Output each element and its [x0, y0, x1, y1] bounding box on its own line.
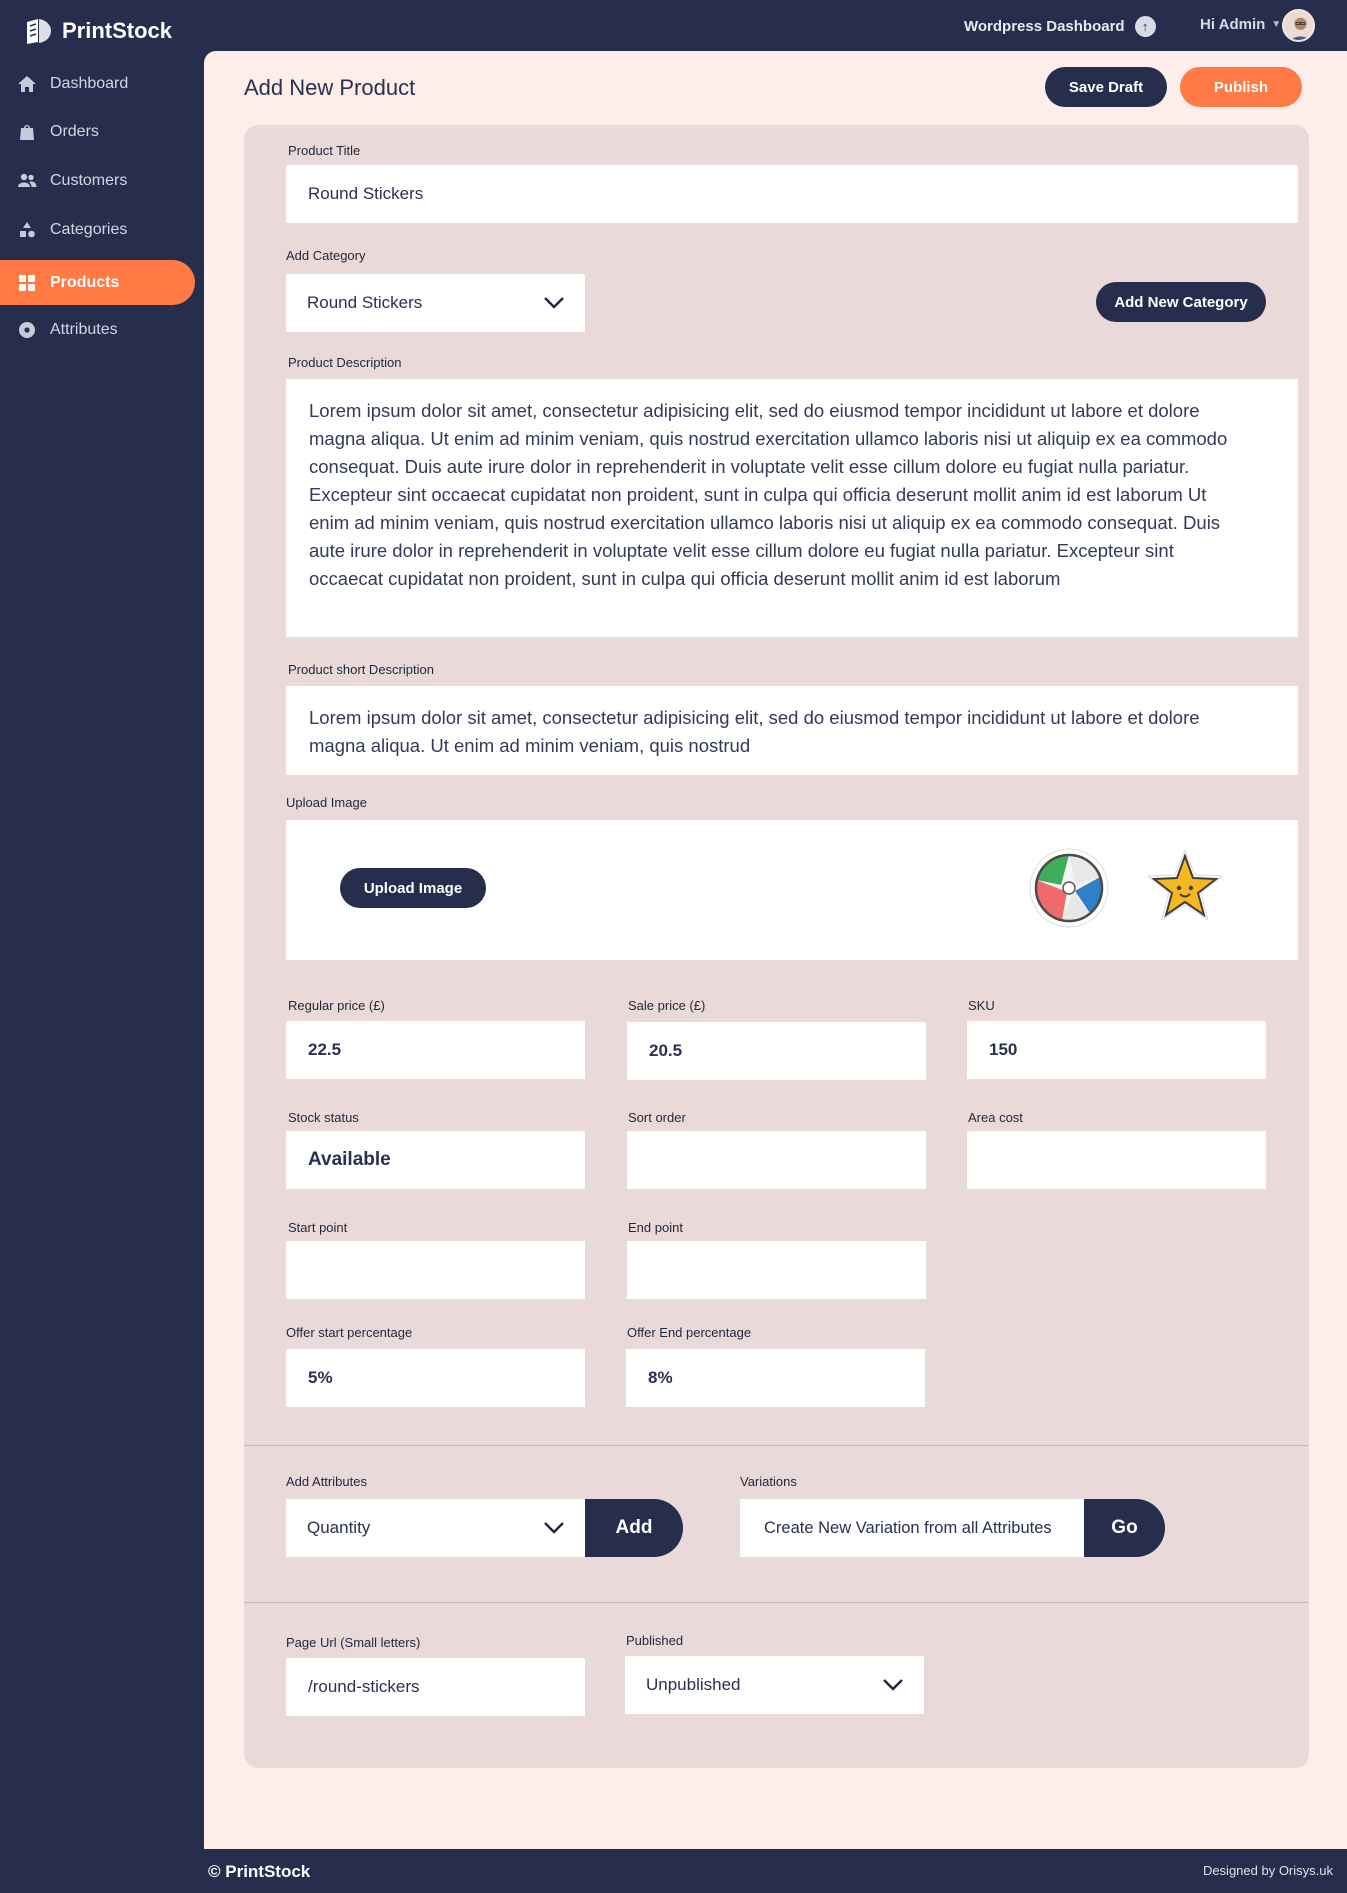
sort-order-label: Sort order: [628, 1110, 686, 1125]
end-point-input[interactable]: [627, 1241, 926, 1299]
description-label: Product Description: [288, 355, 402, 370]
page-url-label: Page Url (Small letters): [286, 1635, 421, 1650]
description-textarea[interactable]: Lorem ipsum dolor sit amet, consectetur …: [286, 379, 1298, 637]
upload-image-area: Upload Image: [286, 820, 1298, 960]
variations-label: Variations: [740, 1474, 797, 1489]
sidebar-item-categories[interactable]: Categories: [0, 207, 195, 252]
page-title: Add New Product: [244, 75, 416, 100]
offer-start-input[interactable]: 5%: [286, 1349, 585, 1407]
area-cost-input[interactable]: [967, 1131, 1266, 1189]
caret-down-icon: ▼: [1271, 19, 1282, 30]
chevron-down-icon: [544, 297, 564, 309]
offer-end-label: Offer End percentage: [627, 1325, 752, 1340]
sidebar-item-label: Dashboard: [50, 74, 129, 92]
wordpress-dashboard-link[interactable]: Wordpress Dashboard ↑: [964, 16, 1156, 37]
category-label: Add Category: [286, 248, 366, 263]
logo-icon: [27, 19, 51, 44]
published-select[interactable]: Unpublished: [625, 1656, 924, 1714]
attributes-select[interactable]: Quantity: [286, 1499, 585, 1557]
product-title-label: Product Title: [288, 143, 361, 158]
chevron-down-icon: [544, 1522, 564, 1534]
brand-logo[interactable]: PrintStock: [24, 16, 172, 46]
page-url-input[interactable]: /round-stickers: [286, 1658, 585, 1716]
category-select[interactable]: Round Stickers: [286, 274, 585, 332]
users-icon: [18, 173, 37, 187]
sidebar-item-label: Products: [50, 273, 120, 291]
admin-greeting: Hi Admin: [1200, 16, 1266, 33]
sidebar-item-attributes[interactable]: Attributes: [0, 307, 195, 352]
save-draft-button[interactable]: Save Draft: [1045, 67, 1167, 107]
offer-start-label: Offer start percentage: [286, 1325, 413, 1340]
add-new-category-button[interactable]: Add New Category: [1096, 282, 1266, 322]
sidebar-item-label: Categories: [50, 220, 128, 238]
avatar[interactable]: [1282, 9, 1315, 42]
sort-order-input[interactable]: [627, 1131, 926, 1189]
category-select-value: Round Stickers: [307, 293, 423, 312]
end-point-label: End point: [628, 1220, 683, 1235]
product-form: Product Title Round Stickers Add Categor…: [244, 125, 1309, 1768]
regular-price-input[interactable]: 22.5: [286, 1021, 585, 1079]
sku-input[interactable]: 150: [967, 1021, 1266, 1079]
upload-image-label: Upload Image: [286, 795, 367, 810]
published-label: Published: [626, 1633, 684, 1648]
shapes-icon: [20, 221, 35, 237]
sidebar-item-label: Attributes: [50, 320, 118, 338]
star-sticker-image[interactable]: [1144, 846, 1226, 928]
bag-icon: [20, 124, 34, 140]
variations-input[interactable]: Create New Variation from all Attributes: [740, 1499, 1084, 1557]
offer-end-input[interactable]: 8%: [626, 1349, 925, 1407]
divider: [244, 1602, 1309, 1603]
stock-status-label: Stock status: [288, 1110, 359, 1125]
beach-ball-sticker-image[interactable]: [1028, 847, 1110, 929]
stock-status-input[interactable]: Available: [286, 1131, 585, 1189]
sidebar-item-customers[interactable]: Customers: [0, 158, 195, 203]
brand-name: PrintStock: [62, 18, 173, 43]
go-button[interactable]: Go: [1084, 1499, 1165, 1557]
upload-image-button[interactable]: Upload Image: [340, 868, 486, 908]
sku-label: SKU: [968, 998, 995, 1013]
attributes-label: Add Attributes: [286, 1474, 367, 1489]
top-bar: PrintStock Wordpress Dashboard ↑ Hi Admi…: [0, 0, 1347, 51]
short-description-label: Product short Description: [288, 662, 434, 677]
start-point-input[interactable]: [286, 1241, 585, 1299]
main-content: Add New Product Save Draft Publish Produ…: [204, 51, 1347, 1849]
sidebar-item-dashboard[interactable]: Dashboard: [0, 61, 195, 106]
area-cost-label: Area cost: [968, 1110, 1023, 1125]
admin-menu[interactable]: Hi Admin ▼: [1200, 16, 1281, 33]
sidebar: Dashboard Orders Customers Categories Pr…: [0, 51, 204, 1851]
home-icon: [18, 75, 36, 92]
footer-credit[interactable]: Designed by Orisys.uk: [1203, 1863, 1333, 1878]
sidebar-item-label: Customers: [50, 171, 128, 189]
sale-price-label: Sale price (£): [628, 998, 706, 1013]
short-description-textarea[interactable]: Lorem ipsum dolor sit amet, consectetur …: [286, 686, 1298, 775]
sale-price-input[interactable]: 20.5: [627, 1022, 926, 1080]
product-title-input[interactable]: Round Stickers: [286, 165, 1298, 223]
arrow-up-icon: ↑: [1134, 16, 1156, 37]
sidebar-item-products[interactable]: Products: [0, 260, 195, 305]
wordpress-dashboard-label: Wordpress Dashboard: [964, 18, 1125, 35]
chevron-down-icon: [883, 1679, 903, 1691]
gear-icon: [19, 321, 35, 338]
footer-copyright: © PrintStock: [208, 1862, 311, 1881]
published-select-value: Unpublished: [646, 1675, 741, 1694]
sidebar-item-label: Orders: [50, 122, 99, 140]
divider: [244, 1445, 1309, 1446]
start-point-label: Start point: [288, 1220, 348, 1235]
publish-button[interactable]: Publish: [1180, 67, 1302, 107]
grid-icon: [19, 274, 35, 291]
attributes-select-value: Quantity: [307, 1518, 371, 1537]
add-attribute-button[interactable]: Add: [585, 1499, 683, 1557]
regular-price-label: Regular price (£): [288, 998, 385, 1013]
sidebar-item-orders[interactable]: Orders: [0, 109, 195, 154]
